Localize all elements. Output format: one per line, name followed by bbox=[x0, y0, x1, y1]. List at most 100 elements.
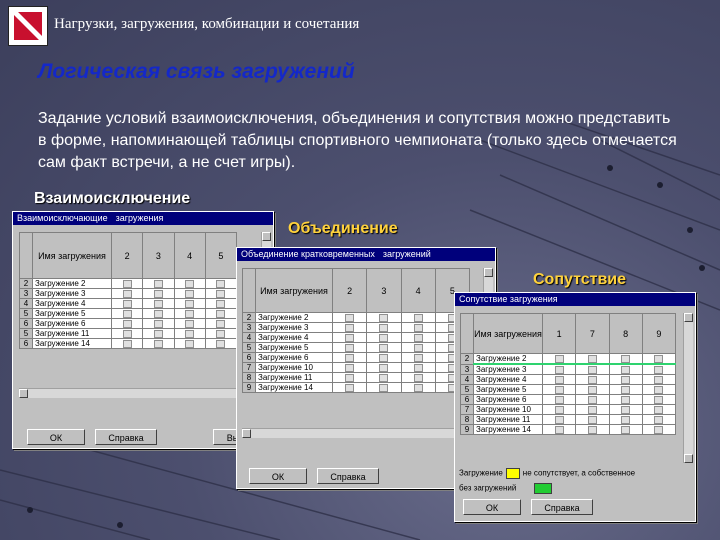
checkbox[interactable] bbox=[345, 353, 355, 362]
scroll-up-arrow-icon[interactable] bbox=[684, 313, 693, 322]
ok-button[interactable]: ОК bbox=[463, 499, 521, 515]
checkbox[interactable] bbox=[185, 339, 195, 348]
checkbox[interactable] bbox=[153, 279, 163, 288]
checkbox[interactable] bbox=[587, 415, 597, 424]
checkbox[interactable] bbox=[621, 405, 631, 414]
checkbox[interactable] bbox=[621, 415, 631, 424]
checkbox[interactable] bbox=[216, 299, 226, 308]
checkbox[interactable] bbox=[153, 309, 163, 318]
scroll-up-arrow-icon[interactable] bbox=[484, 268, 493, 277]
checkbox[interactable] bbox=[379, 363, 389, 372]
checkbox[interactable] bbox=[185, 299, 195, 308]
checkbox[interactable] bbox=[122, 339, 132, 348]
help-button[interactable]: Справка bbox=[317, 468, 379, 484]
checkbox[interactable] bbox=[554, 375, 564, 384]
checkbox[interactable] bbox=[654, 385, 664, 394]
checkbox[interactable] bbox=[587, 354, 597, 363]
checkbox[interactable] bbox=[185, 309, 195, 318]
checkbox[interactable] bbox=[413, 353, 423, 362]
checkbox[interactable] bbox=[345, 343, 355, 352]
checkbox[interactable] bbox=[345, 323, 355, 332]
checkbox[interactable] bbox=[379, 313, 389, 322]
scroll-left-arrow-icon[interactable] bbox=[242, 429, 251, 438]
scroll-down-arrow-icon[interactable] bbox=[684, 454, 693, 463]
checkbox[interactable] bbox=[345, 333, 355, 342]
checkbox[interactable] bbox=[654, 354, 664, 363]
checkbox[interactable] bbox=[654, 405, 664, 414]
checkbox[interactable] bbox=[216, 339, 226, 348]
checkbox[interactable] bbox=[345, 363, 355, 372]
checkbox[interactable] bbox=[413, 323, 423, 332]
checkbox[interactable] bbox=[122, 309, 132, 318]
checkbox[interactable] bbox=[153, 329, 163, 338]
checkbox[interactable] bbox=[654, 365, 664, 374]
ok-button[interactable]: ОК bbox=[27, 429, 85, 445]
checkbox[interactable] bbox=[216, 319, 226, 328]
checkbox[interactable] bbox=[379, 373, 389, 382]
checkbox[interactable] bbox=[216, 289, 226, 298]
checkbox[interactable] bbox=[216, 279, 226, 288]
checkbox[interactable] bbox=[554, 385, 564, 394]
checkbox[interactable] bbox=[621, 425, 631, 434]
checkbox[interactable] bbox=[413, 343, 423, 352]
checkbox[interactable] bbox=[413, 313, 423, 322]
checkbox[interactable] bbox=[587, 365, 597, 374]
checkbox[interactable] bbox=[122, 279, 132, 288]
ok-button[interactable]: ОК bbox=[249, 468, 307, 484]
help-button[interactable]: Справка bbox=[95, 429, 157, 445]
exclusion-dialog-tab[interactable]: загружения bbox=[116, 213, 164, 223]
checkbox[interactable] bbox=[122, 299, 132, 308]
checkbox[interactable] bbox=[345, 313, 355, 322]
checkbox[interactable] bbox=[587, 395, 597, 404]
scroll-left-arrow-icon[interactable] bbox=[19, 389, 28, 398]
checkbox[interactable] bbox=[216, 329, 226, 338]
checkbox[interactable] bbox=[153, 289, 163, 298]
checkbox[interactable] bbox=[122, 329, 132, 338]
checkbox[interactable] bbox=[587, 385, 597, 394]
checkbox[interactable] bbox=[621, 365, 631, 374]
horizontal-scrollbar[interactable] bbox=[19, 388, 257, 398]
checkbox[interactable] bbox=[654, 395, 664, 404]
checkbox[interactable] bbox=[654, 375, 664, 384]
checkbox[interactable] bbox=[554, 415, 564, 424]
horizontal-scrollbar[interactable] bbox=[242, 428, 480, 438]
checkbox[interactable] bbox=[153, 299, 163, 308]
vertical-scrollbar[interactable] bbox=[683, 313, 693, 463]
checkbox[interactable] bbox=[554, 395, 564, 404]
checkbox[interactable] bbox=[413, 363, 423, 372]
checkbox[interactable] bbox=[413, 383, 423, 392]
checkbox[interactable] bbox=[379, 383, 389, 392]
checkbox[interactable] bbox=[413, 373, 423, 382]
checkbox[interactable] bbox=[554, 354, 564, 363]
checkbox[interactable] bbox=[185, 289, 195, 298]
checkbox[interactable] bbox=[554, 425, 564, 434]
checkbox[interactable] bbox=[554, 405, 564, 414]
checkbox[interactable] bbox=[621, 385, 631, 394]
checkbox[interactable] bbox=[153, 319, 163, 328]
checkbox[interactable] bbox=[654, 425, 664, 434]
checkbox[interactable] bbox=[413, 333, 423, 342]
checkbox[interactable] bbox=[587, 375, 597, 384]
checkbox[interactable] bbox=[122, 289, 132, 298]
checkbox[interactable] bbox=[379, 333, 389, 342]
checkbox[interactable] bbox=[654, 415, 664, 424]
checkbox[interactable] bbox=[185, 319, 195, 328]
union-dialog-tab[interactable]: загружений bbox=[383, 249, 431, 259]
checkbox[interactable] bbox=[153, 339, 163, 348]
checkbox[interactable] bbox=[379, 343, 389, 352]
checkbox[interactable] bbox=[216, 309, 226, 318]
help-button[interactable]: Справка bbox=[531, 499, 593, 515]
checkbox[interactable] bbox=[587, 425, 597, 434]
checkbox[interactable] bbox=[587, 405, 597, 414]
checkbox[interactable] bbox=[554, 365, 564, 374]
checkbox[interactable] bbox=[185, 279, 195, 288]
checkbox[interactable] bbox=[345, 373, 355, 382]
checkbox[interactable] bbox=[621, 395, 631, 404]
checkbox[interactable] bbox=[379, 353, 389, 362]
checkbox[interactable] bbox=[185, 329, 195, 338]
checkbox[interactable] bbox=[122, 319, 132, 328]
scroll-up-arrow-icon[interactable] bbox=[262, 232, 271, 241]
checkbox[interactable] bbox=[379, 323, 389, 332]
checkbox[interactable] bbox=[345, 383, 355, 392]
checkbox[interactable] bbox=[621, 354, 631, 363]
